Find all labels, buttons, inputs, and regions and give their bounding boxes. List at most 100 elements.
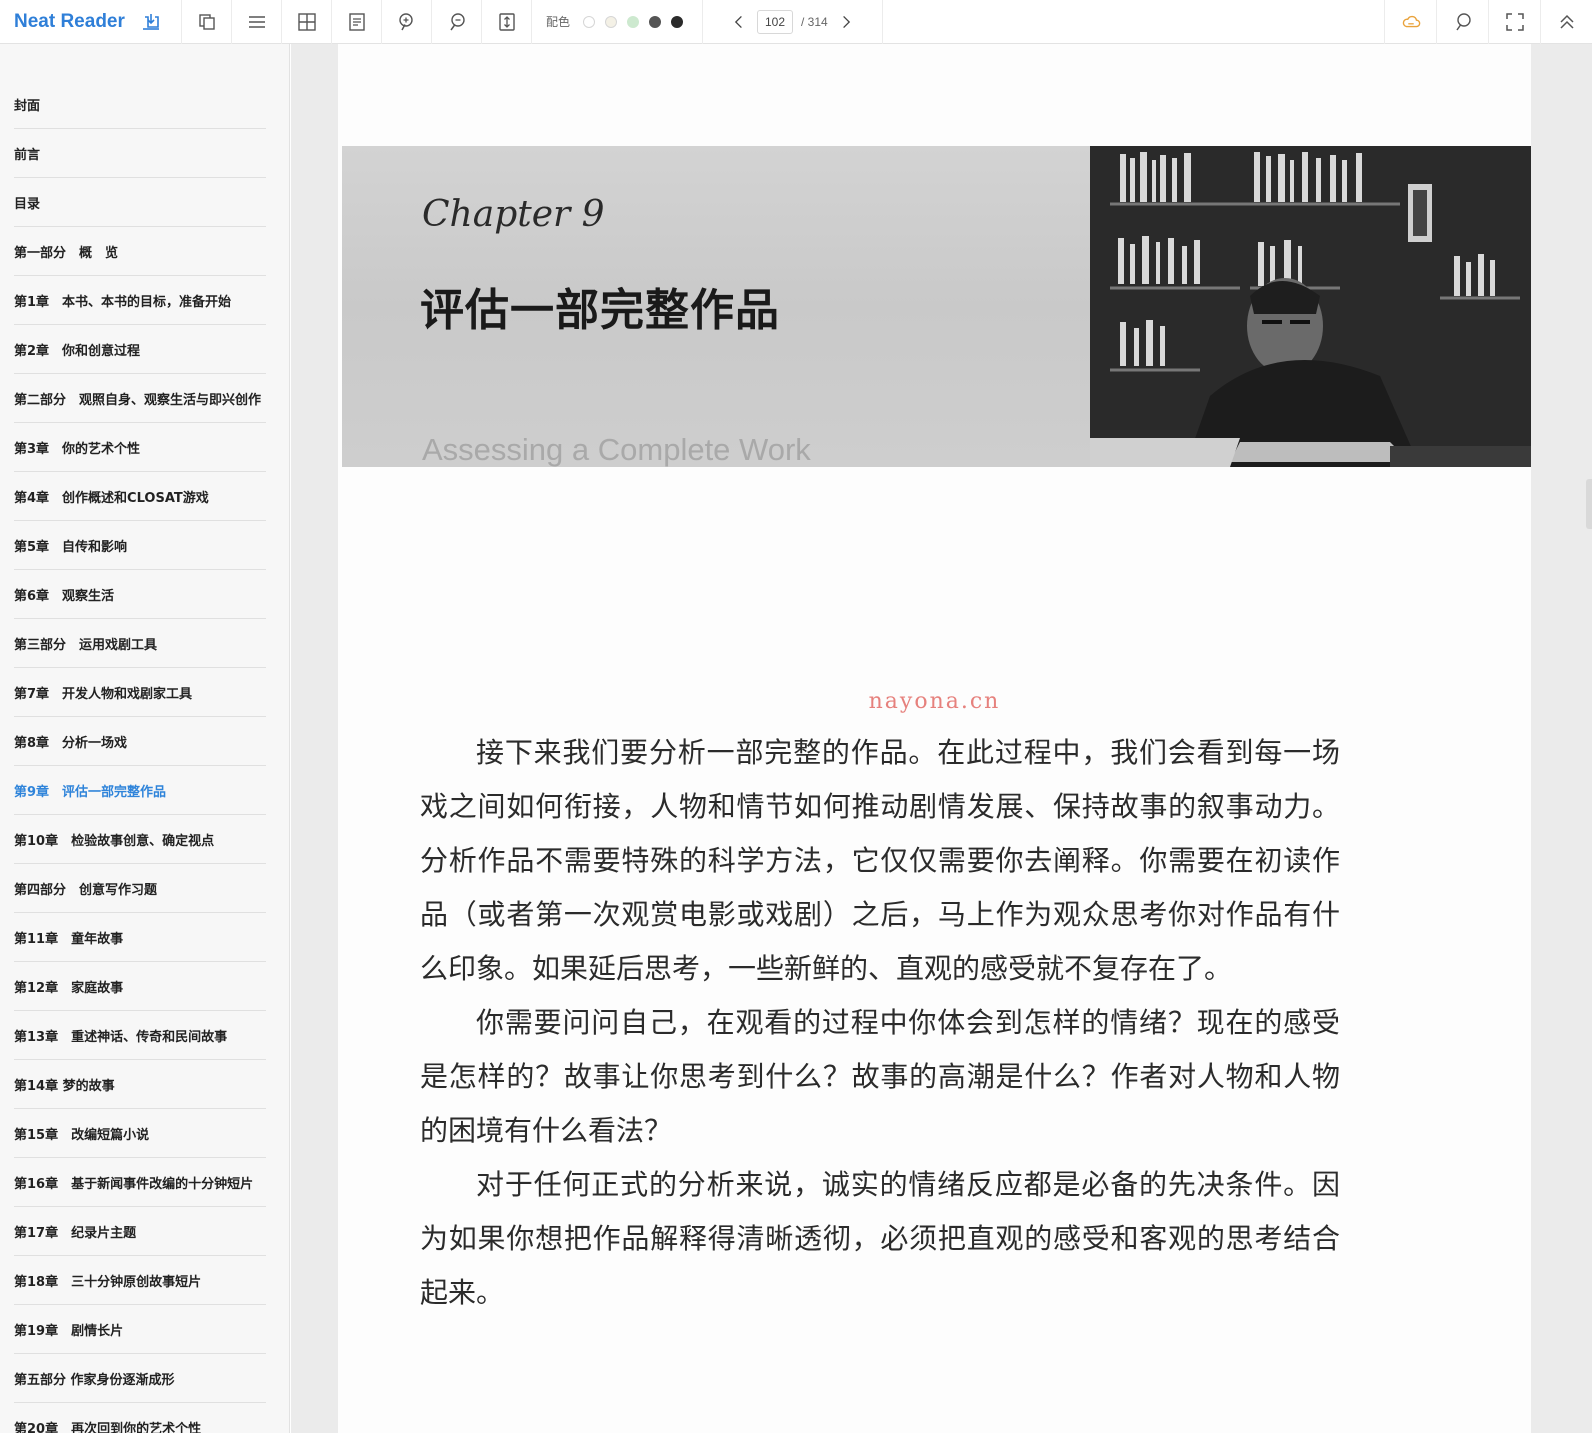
toc-item[interactable]: 第17章 纪录片主题 — [14, 1207, 266, 1256]
grid-icon — [297, 12, 316, 31]
toc-item-label: 第9章 评估一部完整作品 — [14, 784, 167, 800]
toc-item[interactable]: 第4章 创作概述和CLOSAT游戏 — [14, 472, 266, 521]
zoom-out-button[interactable] — [432, 0, 482, 44]
fullscreen-icon — [1505, 12, 1524, 31]
toc-item[interactable]: 第9章 评估一部完整作品 — [14, 766, 266, 815]
toc-item-label: 前言 — [14, 147, 41, 163]
toc-item-label: 第五部分 作家身份逐渐成形 — [14, 1372, 175, 1388]
toc-item-label: 第5章 自传和影响 — [14, 539, 128, 555]
chapter-number: Chapter 9 — [422, 194, 605, 235]
toc-list: 封面前言目录第一部分 概 览第1章 本书、本书的目标，准备开始 第2章 你和创意过… — [14, 80, 266, 1433]
toc-item-label: 第19章 剧情长片 — [14, 1323, 124, 1339]
toc-sidebar: 封面前言目录第一部分 概 览第1章 本书、本书的目标，准备开始 第2章 你和创意过… — [0, 44, 290, 1433]
toc-item[interactable]: 前言 — [14, 129, 266, 178]
toc-item[interactable]: 第6章 观察生活 — [14, 570, 266, 619]
toc-item[interactable]: 第13章 重述神话、传奇和民间故事 — [14, 1011, 266, 1060]
menu-icon — [248, 15, 265, 28]
side-panel-handle[interactable] — [1586, 479, 1592, 529]
chapter-subtitle: Assessing a Complete Work — [422, 432, 811, 467]
swatch-green[interactable] — [627, 15, 640, 28]
paragraph: 接下来我们要分析一部完整的作品。在此过程中，我们会看到每一场戏之间如何衔接，人物… — [420, 736, 1340, 985]
notes-icon — [348, 12, 365, 31]
toc-item-label: 第2章 你和创意过程 — [14, 343, 141, 359]
toc-item[interactable]: 第一部分 概 览 — [14, 227, 266, 276]
search-icon — [1455, 12, 1471, 30]
toc-item-label: 第1章 本书、本书的目标，准备开始 — [14, 294, 232, 310]
notes-button[interactable] — [332, 0, 382, 44]
search-button[interactable] — [1436, 0, 1488, 44]
toc-item[interactable]: 第20章 再次回到你的艺术个性 — [14, 1403, 266, 1433]
toc-item-label: 第16章 基于新闻事件改编的十分钟短片 — [14, 1176, 254, 1192]
toc-item[interactable]: 第18章 三十分钟原创故事短片 — [14, 1256, 266, 1305]
toc-item[interactable]: 第8章 分析一场戏 — [14, 717, 266, 766]
toc-item[interactable]: 第二部分 观照自身、观察生活与即兴创作 — [14, 374, 266, 423]
toc-item-label: 第3章 你的艺术个性 — [14, 441, 141, 457]
toc-item[interactable]: 第7章 开发人物和戏剧家工具 — [14, 668, 266, 717]
toc-item-label: 第四部分 创意写作习题 — [14, 882, 158, 898]
fit-page-button[interactable] — [482, 0, 532, 44]
toc-item[interactable]: 封面 — [14, 80, 266, 129]
toc-item[interactable]: 第11章 童年故事 — [14, 913, 266, 962]
toc-item[interactable]: 第15章 改编短篇小说 — [14, 1109, 266, 1158]
toc-item-label: 第15章 改编短篇小说 — [14, 1127, 150, 1143]
toc-item[interactable]: 第16章 基于新闻事件改编的十分钟短片 — [14, 1158, 266, 1207]
prev-page-button[interactable] — [727, 10, 751, 34]
toc-item-label: 第6章 观察生活 — [14, 588, 115, 604]
toc-item-label: 第一部分 概 览 — [14, 245, 119, 261]
toc-item-label: 第7章 开发人物和戏剧家工具 — [14, 686, 193, 702]
app-logo[interactable]: Neat Reader — [14, 11, 125, 33]
paragraph: 你需要问问自己，在观看的过程中你体会到怎样的情绪？现在的感受是怎样的？故事让你思… — [420, 1006, 1340, 1147]
reading-area: Chapter 9 评估一部完整作品 Assessing a Complete … — [291, 44, 1592, 1433]
swatch-dark[interactable] — [671, 15, 684, 28]
toc-item-label: 第10章 检验故事创意、确定视点 — [14, 833, 215, 849]
toc-item-label: 第20章 再次回到你的艺术个性 — [14, 1421, 202, 1433]
collapse-up-icon — [1559, 14, 1574, 29]
import-icon[interactable] — [141, 12, 161, 32]
banner-text-area: Chapter 9 评估一部完整作品 Assessing a Complete … — [342, 146, 1090, 467]
toc-item-label: 第11章 童年故事 — [14, 931, 124, 947]
chapter-banner: Chapter 9 评估一部完整作品 Assessing a Complete … — [342, 146, 1531, 467]
cloud-sync-button[interactable] — [1384, 0, 1436, 44]
toc-item-label: 第三部分 运用戏剧工具 — [14, 637, 158, 653]
zoom-in-button[interactable] — [382, 0, 432, 44]
swatch-cream[interactable] — [605, 15, 618, 28]
fit-page-icon — [498, 12, 515, 31]
toc-item[interactable]: 第12章 家庭故事 — [14, 962, 266, 1011]
swatch-gray[interactable] — [649, 15, 662, 28]
toc-item[interactable]: 第3章 你的艺术个性 — [14, 423, 266, 472]
page-total: / 314 — [801, 14, 828, 29]
color-scheme-group: 配色 — [532, 0, 704, 44]
next-page-button[interactable] — [834, 10, 858, 34]
toc-item[interactable]: 第5章 自传和影响 — [14, 521, 266, 570]
toc-item-label: 第18章 三十分钟原创故事短片 — [14, 1274, 202, 1290]
zoom-in-icon — [398, 12, 413, 30]
swatch-white[interactable] — [583, 15, 596, 28]
prev-page-icon — [734, 15, 742, 28]
toc-item[interactable]: 第10章 检验故事创意、确定视点 — [14, 815, 266, 864]
page-number-input[interactable] — [757, 9, 794, 34]
chapter-title: 评估一部完整作品 — [420, 285, 780, 336]
page-navigator: / 314 — [703, 0, 883, 44]
toc-item[interactable]: 第四部分 创意写作习题 — [14, 864, 266, 913]
paragraph: 对于任何正式的分析来说，诚实的情绪反应都是必备的先决条件。因为如果你想把作品解释… — [420, 1168, 1340, 1309]
toc-item[interactable]: 第14章 梦的故事 — [14, 1060, 266, 1109]
toc-item-label: 第14章 梦的故事 — [14, 1078, 115, 1094]
toc-item[interactable]: 第五部分 作家身份逐渐成形 — [14, 1354, 266, 1403]
toc-item[interactable]: 第三部分 运用戏剧工具 — [14, 619, 266, 668]
toc-item-label: 第4章 创作概述和CLOSAT游戏 — [14, 490, 209, 506]
toc-item[interactable]: 第2章 你和创意过程 — [14, 325, 266, 374]
toc-item-label: 封面 — [14, 98, 41, 114]
copy-button[interactable] — [182, 0, 232, 44]
thumbnails-button[interactable] — [282, 0, 332, 44]
collapse-toolbar-button[interactable] — [1540, 0, 1592, 44]
fullscreen-button[interactable] — [1488, 0, 1540, 44]
toc-menu-button[interactable] — [232, 0, 282, 44]
next-page-icon — [842, 15, 850, 28]
toc-item[interactable]: 第19章 剧情长片 — [14, 1305, 266, 1354]
chapter-photo — [1090, 146, 1531, 467]
color-scheme-label: 配色 — [546, 15, 571, 29]
toc-item[interactable]: 目录 — [14, 178, 266, 227]
toc-item[interactable]: 第1章 本书、本书的目标，准备开始 — [14, 276, 266, 325]
top-toolbar: Neat Reader 配色 / 314 — [0, 0, 1592, 44]
toc-item-label: 第12章 家庭故事 — [14, 980, 124, 996]
